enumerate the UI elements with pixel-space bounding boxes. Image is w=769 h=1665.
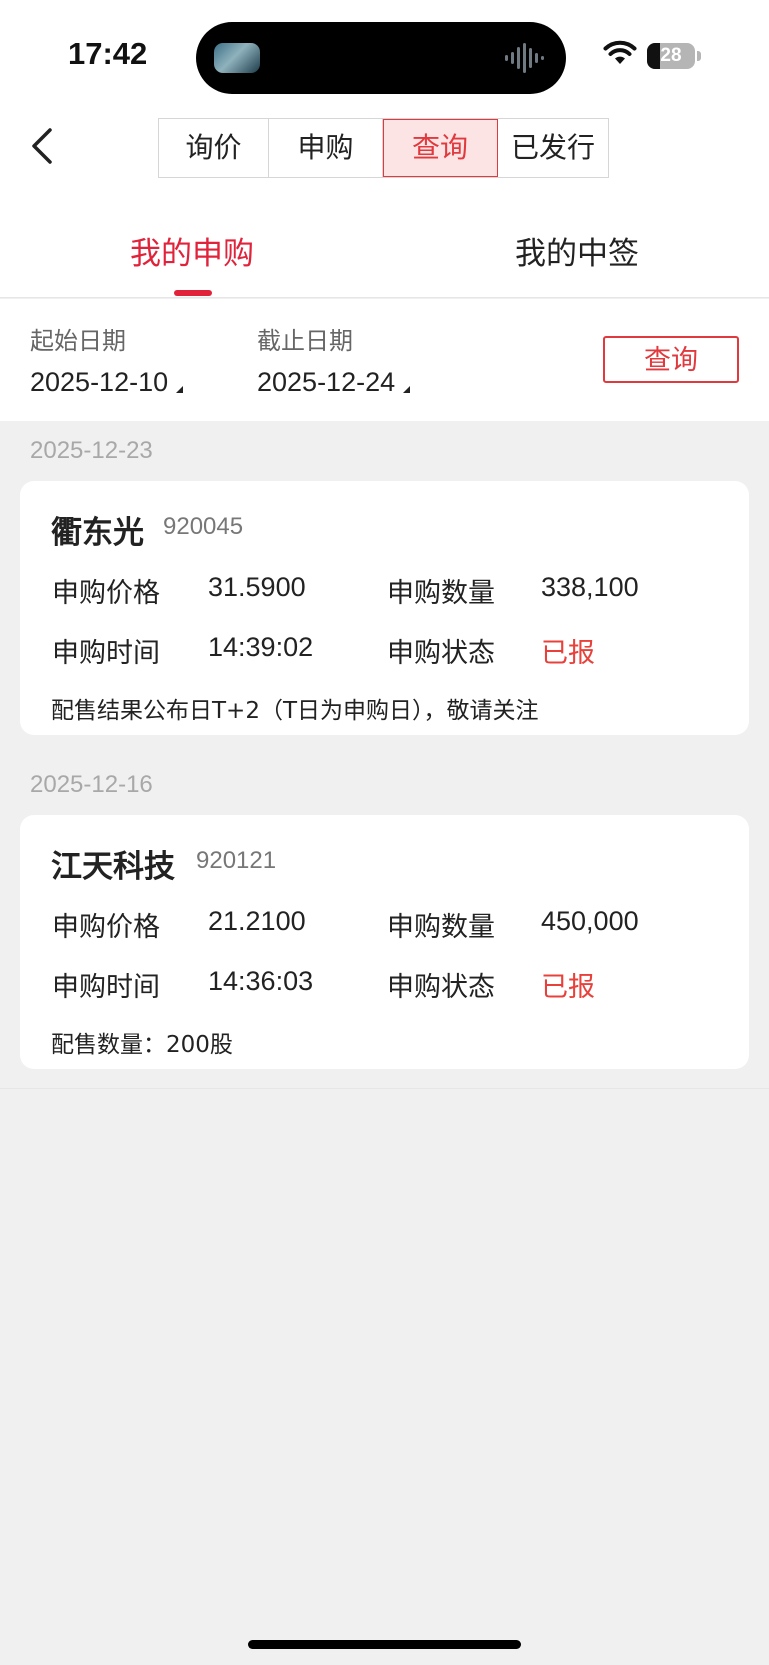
audio-wave-icon: [505, 43, 544, 73]
status-badge: 已报: [541, 638, 595, 669]
start-date-value: 2025-12-10: [30, 367, 169, 397]
end-date-label: 截止日期: [257, 327, 353, 355]
wifi-icon: [603, 40, 637, 64]
time-label: 申购时间: [52, 972, 160, 1003]
start-date-picker[interactable]: 2025-12-10: [30, 367, 184, 398]
segment-inquiry[interactable]: 询价: [159, 119, 269, 177]
status-bar: 17:42 28: [0, 0, 769, 110]
time-label: 申购时间: [52, 638, 160, 669]
card-note: 配售数量：200股: [51, 1032, 233, 1058]
end-date-picker[interactable]: 2025-12-24: [257, 367, 411, 398]
price-label: 申购价格: [52, 578, 160, 609]
status-badge: 已报: [541, 972, 595, 1003]
time-value: 14:39:02: [208, 632, 314, 662]
battery-level: 28: [660, 45, 682, 66]
tab-my-subscriptions[interactable]: 我的申购: [0, 228, 384, 273]
dynamic-island: [196, 22, 566, 94]
time-value: 14:36:03: [208, 966, 314, 996]
stock-code: 920045: [163, 513, 244, 540]
quantity-label: 申购数量: [387, 912, 495, 943]
status-label: 申购状态: [387, 638, 495, 669]
price-label: 申购价格: [52, 912, 160, 943]
record-date-header: 2025-12-16: [30, 771, 153, 798]
segmented-control: 询价 申购 查询 已发行: [158, 118, 609, 178]
battery-tip: [697, 51, 701, 61]
end-date-value: 2025-12-24: [257, 367, 396, 397]
price-value: 21.2100: [208, 906, 306, 936]
dropdown-caret-icon: [403, 386, 411, 393]
quantity-value: 450,000: [541, 906, 639, 936]
segment-query[interactable]: 查询: [383, 119, 498, 177]
tab-bar: 我的申购 我的中签: [0, 200, 769, 298]
stock-code: 920121: [196, 847, 277, 874]
quantity-value: 338,100: [541, 572, 639, 602]
date-filter: 起始日期 2025-12-10 截止日期 2025-12-24 查询: [0, 299, 769, 421]
chevron-left-icon[interactable]: [24, 124, 64, 168]
card-note: 配售结果公布日T+2（T日为申购日），敬请关注: [51, 698, 539, 724]
list-end-divider: [0, 1088, 769, 1089]
now-playing-thumbnail: [214, 43, 260, 73]
query-button[interactable]: 查询: [603, 336, 739, 383]
record-date-header: 2025-12-23: [30, 437, 153, 464]
status-time: 17:42: [68, 36, 148, 71]
dropdown-caret-icon: [176, 386, 184, 393]
quantity-label: 申购数量: [387, 578, 495, 609]
tab-my-allotments[interactable]: 我的中签: [385, 228, 769, 273]
stock-name: 衢东光: [51, 515, 144, 551]
subscription-card[interactable]: 江天科技 920121 申购价格 21.2100 申购数量 450,000 申购…: [20, 815, 749, 1069]
home-indicator[interactable]: [248, 1640, 521, 1649]
price-value: 31.5900: [208, 572, 306, 602]
active-tab-indicator: [174, 290, 212, 296]
segment-subscribe[interactable]: 申购: [269, 119, 383, 177]
battery-icon: 28: [647, 43, 695, 69]
segment-issued[interactable]: 已发行: [498, 119, 608, 177]
subscription-card[interactable]: 衢东光 920045 申购价格 31.5900 申购数量 338,100 申购时…: [20, 481, 749, 735]
status-label: 申购状态: [387, 972, 495, 1003]
start-date-label: 起始日期: [30, 327, 126, 355]
stock-name: 江天科技: [51, 849, 175, 885]
nav-bar: 询价 申购 查询 已发行: [0, 110, 769, 200]
